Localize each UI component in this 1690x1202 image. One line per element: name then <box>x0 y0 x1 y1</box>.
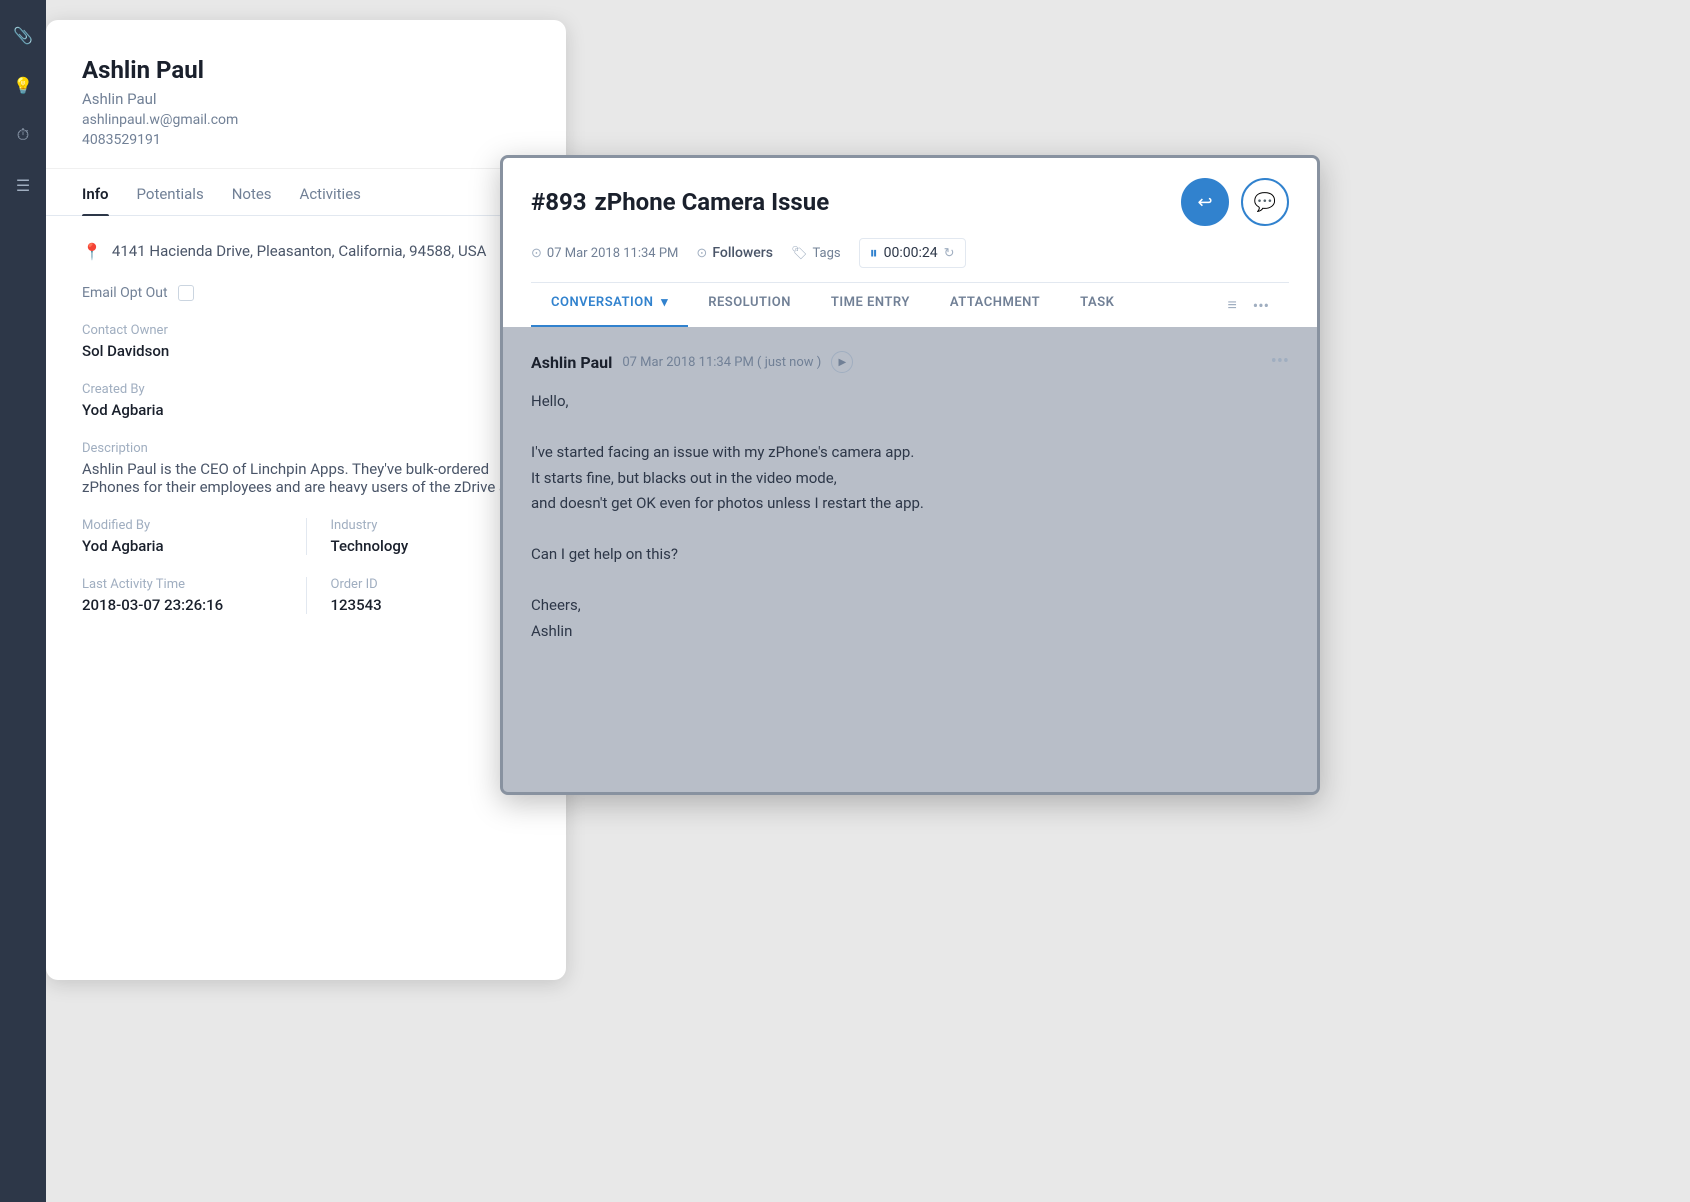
ticket-title: #893 zPhone Camera Issue <box>531 188 829 216</box>
modified-by-col: Modified By Yod Agbaria <box>82 518 306 555</box>
followers-label: Followers <box>712 245 773 261</box>
last-activity-col: Last Activity Time 2018-03-07 23:26:16 <box>82 577 306 614</box>
description-label: Description <box>82 441 530 456</box>
order-id-col: Order ID 123543 <box>306 577 531 614</box>
tag-icon: 🏷 <box>791 246 808 261</box>
contact-header: Ashlin Paul Ashlin Paul ashlinpaul.w@gma… <box>46 20 566 169</box>
ticket-date-meta: ⊙ 07 Mar 2018 11:34 PM <box>531 246 678 261</box>
description-group: Description Ashlin Paul is the CEO of Li… <box>82 441 530 496</box>
message-time: 07 Mar 2018 11:34 PM ( just now ) <box>622 355 821 370</box>
modified-by-value: Yod Agbaria <box>82 537 282 555</box>
contact-email: ashlinpaul.w@gmail.com <box>82 112 530 128</box>
created-by-label: Created By <box>82 382 530 397</box>
message-line-2: It starts fine, but blacks out in the vi… <box>531 466 1289 492</box>
ticket-actions: ↩ 💬 <box>1181 178 1289 226</box>
play-icon[interactable]: ▶ <box>831 351 853 373</box>
contact-name-sub: Ashlin Paul <box>82 90 530 108</box>
tab-potentials[interactable]: Potentials <box>137 169 204 215</box>
tab-activities[interactable]: Activities <box>300 169 361 215</box>
activity-order-row: Last Activity Time 2018-03-07 23:26:16 O… <box>82 577 530 614</box>
tags-meta[interactable]: 🏷 Tags <box>791 246 841 261</box>
message-line-8: Ashlin <box>531 619 1289 645</box>
refresh-icon: ↻ <box>944 246 955 261</box>
industry-col: Industry Technology <box>306 518 531 555</box>
email-opt-out-checkbox[interactable] <box>178 285 194 301</box>
message-line-5: Can I get help on this? <box>531 542 1289 568</box>
contact-phone: 4083529191 <box>82 132 530 148</box>
location-icon: 📍 <box>82 242 102 261</box>
timer-value: 00:00:24 <box>884 245 938 261</box>
tab-conversation[interactable]: CONVERSATION ▾ <box>531 283 688 327</box>
timer-badge[interactable]: ⏸ 00:00:24 ↻ <box>859 238 966 268</box>
email-opt-out-row: Email Opt Out <box>82 285 530 301</box>
last-activity-value: 2018-03-07 23:26:16 <box>82 596 282 614</box>
address-row: 📍 4141 Hacienda Drive, Pleasanton, Calif… <box>82 240 530 263</box>
message-row: Ashlin Paul 07 Mar 2018 11:34 PM ( just … <box>531 351 1289 373</box>
message-line-1: I've started facing an issue with my zPh… <box>531 440 1289 466</box>
contact-owner-group: Contact Owner Sol Davidson <box>82 323 530 360</box>
modified-by-label: Modified By <box>82 518 282 533</box>
message-author: Ashlin Paul <box>531 353 612 372</box>
description-value: Ashlin Paul is the CEO of Linchpin Apps.… <box>82 460 530 496</box>
tab-attachment[interactable]: ATTACHMENT <box>930 283 1060 327</box>
contact-owner-label: Contact Owner <box>82 323 530 338</box>
message-line-greeting: Hello, <box>531 389 1289 415</box>
paperclip-icon[interactable]: 📎 <box>8 20 38 50</box>
tab-time-entry[interactable]: TIME ENTRY <box>811 283 930 327</box>
ticket-id: #893 <box>531 188 587 216</box>
list-icon[interactable]: ≡ <box>1227 295 1236 315</box>
address-text: 4141 Hacienda Drive, Pleasanton, Califor… <box>112 240 487 263</box>
message-line-3: and doesn't get OK even for photos unles… <box>531 491 1289 517</box>
message-line-7: Cheers, <box>531 593 1289 619</box>
created-by-group: Created By Yod Agbaria <box>82 382 530 419</box>
ticket-panel: #893 zPhone Camera Issue ↩ 💬 ⊙ 07 Mar 20… <box>500 155 1320 795</box>
chat-button[interactable]: 💬 <box>1241 178 1289 226</box>
more-dots-icon[interactable]: ••• <box>1253 296 1269 315</box>
message-body: Hello, I've started facing an issue with… <box>531 389 1289 644</box>
contact-card: Ashlin Paul Ashlin Paul ashlinpaul.w@gma… <box>46 20 566 980</box>
tab-notes[interactable]: Notes <box>232 169 272 215</box>
modified-industry-row: Modified By Yod Agbaria Industry Technol… <box>82 518 530 555</box>
pause-icon: ⏸ <box>870 243 878 263</box>
sidebar: 📎 💡 ⏱ ☰ <box>0 0 46 1202</box>
extras-icon[interactable]: ☰ <box>8 170 38 200</box>
tab-info[interactable]: Info <box>82 169 109 215</box>
tab-task[interactable]: TASK <box>1060 283 1134 327</box>
ticket-meta: ⊙ 07 Mar 2018 11:34 PM ⊙ Followers 🏷 Tag… <box>531 238 1289 268</box>
followers-icon: ⊙ <box>696 246 707 261</box>
contact-tabs: Info Potentials Notes Activities <box>46 169 566 216</box>
clock-icon: ⊙ <box>531 246 542 261</box>
ticket-body: Ashlin Paul 07 Mar 2018 11:34 PM ( just … <box>503 327 1317 795</box>
tab-resolution[interactable]: RESOLUTION <box>688 283 811 327</box>
ticket-title-text: zPhone Camera Issue <box>595 188 830 216</box>
contact-body: 📍 4141 Hacienda Drive, Pleasanton, Calif… <box>46 216 566 660</box>
ticket-title-row: #893 zPhone Camera Issue ↩ 💬 <box>531 178 1289 226</box>
email-opt-out-label: Email Opt Out <box>82 285 168 301</box>
contact-owner-value: Sol Davidson <box>82 342 530 360</box>
ticket-header: #893 zPhone Camera Issue ↩ 💬 ⊙ 07 Mar 20… <box>503 158 1317 327</box>
reply-button[interactable]: ↩ <box>1181 178 1229 226</box>
contact-name-main: Ashlin Paul <box>82 56 530 84</box>
ticket-date: 07 Mar 2018 11:34 PM <box>547 246 679 261</box>
tags-label: Tags <box>812 246 840 261</box>
lightbulb-icon[interactable]: 💡 <box>8 70 38 100</box>
created-by-value: Yod Agbaria <box>82 401 530 419</box>
ticket-tab-more: ≡ ••• <box>1207 283 1289 327</box>
message-options[interactable]: ••• <box>1271 351 1289 373</box>
history-icon[interactable]: ⏱ <box>8 120 38 150</box>
message-author-row: Ashlin Paul 07 Mar 2018 11:34 PM ( just … <box>531 351 853 373</box>
followers-meta[interactable]: ⊙ Followers <box>696 245 773 261</box>
ticket-tabs: CONVERSATION ▾ RESOLUTION TIME ENTRY ATT… <box>531 282 1289 327</box>
last-activity-label: Last Activity Time <box>82 577 282 592</box>
